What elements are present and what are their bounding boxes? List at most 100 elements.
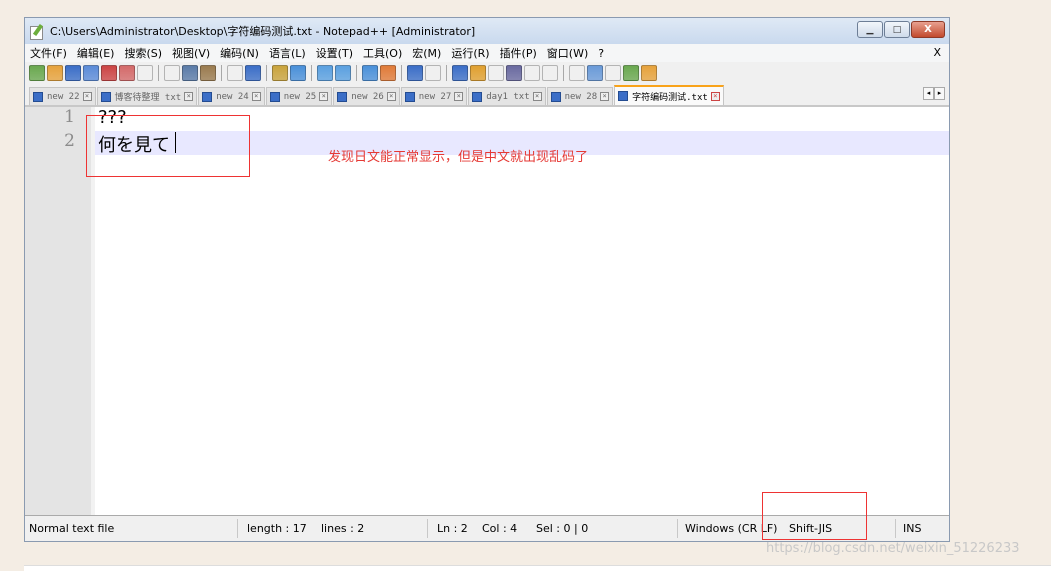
save-macro-icon[interactable]: [641, 65, 657, 81]
tab-close-icon[interactable]: ×: [82, 92, 92, 101]
function-list-icon[interactable]: [488, 65, 504, 81]
tab-3[interactable]: new 24 ×: [198, 87, 265, 105]
paste-icon[interactable]: [200, 65, 216, 81]
title-bar[interactable]: C:\Users\Administrator\Desktop\字符编码测试.tx…: [25, 18, 949, 44]
tab-7[interactable]: day1 txt ×: [468, 87, 546, 105]
open-file-icon[interactable]: [47, 65, 63, 81]
tab-1[interactable]: new 22 ×: [29, 87, 96, 105]
tab-label: new 25: [283, 91, 317, 102]
close-icon[interactable]: [101, 65, 117, 81]
tab-scroll-left-icon[interactable]: ◂: [923, 87, 934, 100]
save-status-icon: [202, 91, 213, 102]
menu-view[interactable]: 视图(V): [167, 45, 215, 61]
cut-icon[interactable]: [164, 65, 180, 81]
menu-tools[interactable]: 工具(O): [358, 45, 407, 61]
status-insert-mode[interactable]: INS: [903, 522, 921, 535]
preview-icon[interactable]: [542, 65, 558, 81]
tab-bar: new 22 × 博客待整理 txt × new 24 × new 25 × new 26 × ne…: [25, 84, 949, 106]
highlight-box-encoding: [762, 492, 867, 540]
monitor-icon[interactable]: [524, 65, 540, 81]
show-all-chars-icon[interactable]: [425, 65, 441, 81]
line-number-1: 1: [64, 107, 75, 127]
toolbar-separator: [446, 65, 447, 81]
menu-window[interactable]: 窗口(W): [542, 45, 593, 61]
record-macro-icon[interactable]: [569, 65, 585, 81]
tab-9[interactable]: 字符编码测试.txt ×: [614, 85, 724, 105]
save-icon[interactable]: [65, 65, 81, 81]
tab-label: new 22: [47, 91, 80, 102]
find-icon[interactable]: [272, 65, 288, 81]
window-title: C:\Users\Administrator\Desktop\字符编码测试.tx…: [50, 25, 476, 38]
toolbar-separator: [563, 65, 564, 81]
status-length: length : 17: [247, 522, 307, 535]
tab-label: day1 txt: [486, 91, 530, 102]
menu-search[interactable]: 搜索(S): [119, 45, 167, 61]
tab-6[interactable]: new 27 ×: [400, 87, 468, 105]
close-all-icon[interactable]: [119, 65, 135, 81]
toolbar-separator: [356, 65, 357, 81]
stop-record-icon[interactable]: [587, 65, 603, 81]
tab-label: new 24: [216, 91, 249, 102]
notepad-window: C:\Users\Administrator\Desktop\字符编码测试.tx…: [24, 17, 950, 542]
close-window-button[interactable]: X: [911, 21, 945, 38]
save-status-icon: [33, 91, 43, 102]
status-file-type: Normal text file: [29, 522, 115, 535]
new-file-icon[interactable]: [29, 65, 45, 81]
watermark: https://blog.csdn.net/weixin_51226233: [766, 541, 1020, 556]
menu-settings[interactable]: 设置(T): [311, 45, 358, 61]
undo-icon[interactable]: [227, 65, 243, 81]
menu-encoding[interactable]: 编码(N): [215, 45, 264, 61]
status-column: Col : 4: [482, 522, 518, 535]
tab-close-icon[interactable]: ×: [251, 92, 261, 101]
sync-horizontal-icon[interactable]: [380, 65, 396, 81]
tab-close-icon[interactable]: ×: [600, 92, 610, 101]
tab-label: 博客待整理 txt: [114, 93, 182, 103]
menu-bar: 文件(F) 编辑(E) 搜索(S) 视图(V) 编码(N) 语言(L) 设置(T…: [25, 44, 949, 62]
menu-run[interactable]: 运行(R): [446, 45, 494, 61]
minimize-button[interactable]: ▁: [857, 21, 883, 38]
tab-close-icon[interactable]: ×: [532, 92, 542, 101]
tab-label: new 28: [564, 91, 598, 102]
redo-icon[interactable]: [245, 65, 261, 81]
copy-icon[interactable]: [182, 65, 198, 81]
tab-scroll-right-icon[interactable]: ▸: [934, 87, 945, 100]
tab-2[interactable]: 博客待整理 txt ×: [96, 87, 198, 105]
word-wrap-icon[interactable]: [407, 65, 423, 81]
zoom-out-icon[interactable]: [335, 65, 351, 81]
toolbar-separator: [221, 65, 222, 81]
run-macro-multiple-icon[interactable]: [623, 65, 639, 81]
close-document-button[interactable]: X: [933, 46, 941, 59]
tab-close-icon[interactable]: ×: [710, 91, 720, 101]
menu-macro[interactable]: 宏(M): [407, 45, 446, 61]
print-icon[interactable]: [137, 65, 153, 81]
menu-edit[interactable]: 编辑(E): [72, 45, 120, 61]
tab-close-icon[interactable]: ×: [454, 92, 464, 101]
indent-guide-icon[interactable]: [452, 65, 468, 81]
tab-close-icon[interactable]: ×: [319, 92, 329, 101]
toolbar-separator: [311, 65, 312, 81]
document-map-icon[interactable]: [470, 65, 486, 81]
sync-vertical-icon[interactable]: [362, 65, 378, 81]
page-bottom-strip: [24, 565, 1051, 571]
menu-file[interactable]: 文件(F): [25, 45, 72, 61]
menu-plugins[interactable]: 插件(P): [495, 45, 542, 61]
save-status-icon: [337, 91, 348, 102]
tab-close-icon[interactable]: ×: [386, 92, 396, 101]
maximize-button[interactable]: □: [884, 21, 910, 38]
save-status-icon: [269, 91, 280, 102]
folder-as-workspace-icon[interactable]: [506, 65, 522, 81]
save-all-icon[interactable]: [83, 65, 99, 81]
highlight-box-text: [86, 115, 250, 177]
toolbar-separator: [401, 65, 402, 81]
replace-icon[interactable]: [290, 65, 306, 81]
playback-icon[interactable]: [605, 65, 621, 81]
toolbar-separator: [266, 65, 267, 81]
tab-4[interactable]: new 25 ×: [265, 87, 333, 105]
tab-8[interactable]: new 28 ×: [546, 87, 614, 105]
tab-close-icon[interactable]: ×: [184, 92, 194, 101]
notepad-app-icon: [30, 23, 45, 40]
menu-language[interactable]: 语言(L): [264, 45, 311, 61]
tab-5[interactable]: new 26 ×: [333, 87, 400, 105]
menu-help[interactable]: ?: [593, 47, 609, 60]
zoom-in-icon[interactable]: [317, 65, 333, 81]
